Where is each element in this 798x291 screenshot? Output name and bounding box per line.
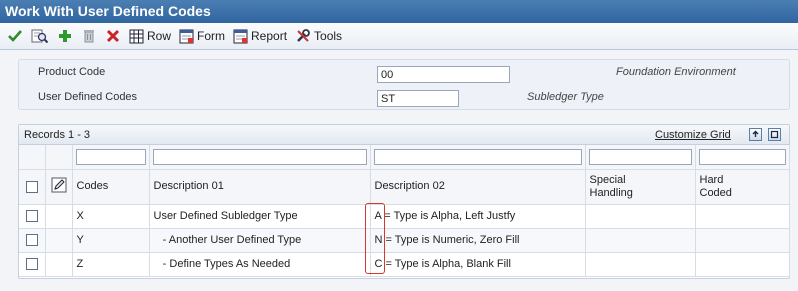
edit-pencil-icon[interactable] [51, 177, 67, 193]
user-defined-codes-description: Subledger Type [527, 91, 604, 103]
special-handling-line-1: Special [589, 173, 626, 186]
user-defined-codes-label: User Defined Codes [38, 91, 138, 103]
column-header-description-02[interactable]: Description 02 [370, 169, 586, 205]
trash-icon [84, 30, 94, 43]
table-row[interactable]: Z - Define Types As Needed C = Type is A… [19, 252, 790, 277]
export-icon [752, 130, 759, 137]
row-special-handling [585, 228, 696, 253]
tools-menu-button[interactable]: Tools [291, 25, 346, 47]
tools-icon [297, 29, 310, 42]
product-code-description: Foundation Environment [616, 66, 736, 78]
row-code: X [72, 204, 150, 229]
window-title: Work With User Defined Codes [0, 0, 798, 23]
row-checkbox[interactable] [25, 210, 38, 222]
filter-cell-edit [45, 145, 73, 170]
form-content: Product Code Foundation Environment User… [0, 50, 798, 291]
plus-icon [59, 30, 71, 42]
row-hard-coded [695, 204, 790, 229]
customize-grid-link[interactable]: Customize Grid [655, 129, 731, 141]
column-header-row: Codes Description 01 Description 02 Spec… [19, 169, 790, 205]
report-menu-label: Report [251, 29, 288, 43]
column-header-hard-coded[interactable]: Hard Coded [695, 169, 790, 205]
maximize-grid-button[interactable] [768, 128, 781, 141]
row-edit-cell [45, 204, 73, 229]
grid-header-bar: Records 1 - 3 Customize Grid [19, 125, 789, 145]
row-edit-cell [45, 252, 73, 277]
grid-table: Codes Description 01 Description 02 Spec… [19, 145, 790, 277]
tools-menu-label: Tools [314, 29, 343, 43]
codes-filter-input[interactable] [75, 148, 146, 165]
user-defined-codes-input[interactable] [377, 90, 459, 107]
product-code-label: Product Code [38, 66, 106, 78]
row-description-02: N = Type is Numeric, Zero Fill [370, 228, 586, 253]
find-icon [31, 29, 49, 44]
row-edit-cell [45, 228, 73, 253]
toolbar: Row Form Report Tools [0, 23, 798, 50]
export-grid-button[interactable] [749, 128, 762, 141]
hard-coded-line-1: Hard [699, 173, 724, 186]
row-description-02: C = Type is Alpha, Blank Fill [370, 252, 586, 277]
table-row[interactable]: Y - Another User Defined Type N = Type i… [19, 228, 790, 253]
filter-row [19, 145, 790, 170]
checkmark-icon [8, 30, 22, 42]
column-header-special-handling[interactable]: Special Handling [585, 169, 696, 205]
row-special-handling [585, 252, 696, 277]
row-menu-button[interactable]: Row [125, 25, 175, 47]
row-code: Z [72, 252, 150, 277]
row-description-02: A = Type is Alpha, Left Justfy [370, 204, 586, 229]
query-criteria-panel: Product Code Foundation Environment User… [18, 59, 790, 110]
special-handling-line-2: Handling [589, 186, 633, 199]
description-02-filter-input[interactable] [373, 148, 582, 165]
form-menu-label: Form [197, 29, 226, 43]
form-menu-button[interactable]: Form [175, 25, 229, 47]
table-row[interactable]: X User Defined Subledger Type A = Type i… [19, 204, 790, 229]
report-menu-button[interactable]: Report [229, 25, 291, 47]
column-header-description-01[interactable]: Description 01 [149, 169, 371, 205]
row-special-handling [585, 204, 696, 229]
form-icon [179, 29, 194, 43]
special-handling-filter-input[interactable] [588, 148, 692, 165]
close-button[interactable] [101, 25, 125, 47]
product-code-input[interactable] [377, 66, 510, 83]
column-header-codes[interactable]: Codes [72, 169, 150, 205]
filter-cell-select [19, 145, 46, 170]
row-checkbox[interactable] [25, 258, 38, 270]
row-description-01: User Defined Subledger Type [149, 204, 371, 229]
records-count: Records 1 - 3 [24, 129, 91, 141]
row-checkbox[interactable] [25, 234, 38, 246]
hard-coded-filter-input[interactable] [698, 148, 786, 165]
row-grid-icon [129, 29, 144, 43]
find-button[interactable] [27, 25, 53, 47]
select-all-checkbox[interactable] [25, 180, 38, 193]
hard-coded-line-2: Coded [699, 186, 732, 199]
add-button[interactable] [53, 25, 77, 47]
row-hard-coded [695, 228, 790, 253]
maximize-icon [770, 130, 779, 139]
row-menu-label: Row [147, 29, 172, 43]
results-grid: Records 1 - 3 Customize Grid Codes Descr… [18, 124, 790, 279]
select-button[interactable] [3, 25, 27, 47]
row-description-01: - Another User Defined Type [149, 228, 371, 253]
delete-button[interactable] [77, 25, 101, 47]
row-hard-coded [695, 252, 790, 277]
row-description-01: - Define Types As Needed [149, 252, 371, 277]
close-icon [106, 29, 120, 43]
row-code: Y [72, 228, 150, 253]
report-icon [233, 29, 248, 43]
description-01-filter-input[interactable] [152, 148, 367, 165]
